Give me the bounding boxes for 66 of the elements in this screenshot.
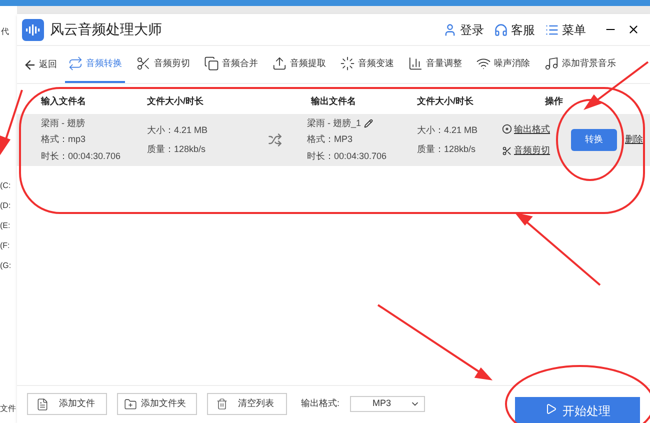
arrows-icon	[68, 56, 83, 71]
dotted-circle-icon	[340, 56, 355, 71]
pencil-icon[interactable]	[364, 119, 374, 128]
tool-tab[interactable]: 音频提取	[269, 46, 329, 83]
arrow-left-icon	[23, 58, 37, 72]
file-name: 梁雨 - 翅膀	[41, 116, 86, 130]
tool-tab[interactable]: 音频变速	[337, 46, 397, 83]
close-icon[interactable]	[627, 23, 640, 36]
background-text: 代	[1, 26, 9, 38]
shuffle-icon	[268, 133, 282, 147]
drive-label: (D:	[0, 200, 11, 212]
column-header: 文件大小/时长	[417, 95, 475, 108]
file-name: 梁雨 - 翅膀_1	[307, 116, 362, 130]
file-size: 大小：4.21 MB	[417, 124, 479, 137]
add-folder-button[interactable]: 添加文件夹	[117, 393, 197, 415]
drive-label: (G:	[0, 260, 12, 272]
tool-tab[interactable]: 音量调整	[405, 46, 465, 83]
file-quality: 质量：128kb/s	[147, 142, 207, 156]
scissors-icon	[502, 146, 512, 156]
menu-icon	[545, 22, 559, 36]
squares-icon	[204, 56, 219, 71]
play-icon	[544, 403, 556, 415]
file-duration: 时长：00:04:30.706	[41, 150, 122, 163]
folder-icon	[124, 398, 137, 410]
back-button[interactable]: 返回	[23, 46, 57, 83]
upload-icon	[272, 56, 287, 71]
logo-icon	[22, 18, 44, 40]
tool-tab[interactable]: 添加背景音乐	[541, 46, 619, 83]
menu-button[interactable]: 菜单	[545, 20, 586, 38]
user-button[interactable]: 登录	[443, 20, 484, 38]
tool-tab[interactable]: 音频剪切	[133, 46, 193, 83]
tool-tab[interactable]: 音频转换	[65, 46, 125, 83]
tool-tab[interactable]: 音频合并	[201, 46, 261, 83]
file-quality: 质量：128kb/s	[417, 142, 477, 156]
drive-label: (C:	[0, 180, 11, 192]
format-label: 输出格式:	[301, 397, 340, 410]
delete-link[interactable]: 删除	[625, 133, 643, 147]
background-text: 文件	[0, 403, 16, 415]
file-duration: 时长：00:04:30.706	[307, 150, 388, 163]
column-header: 输出文件名	[310, 95, 357, 108]
disc-icon	[502, 124, 512, 134]
support-button[interactable]: 客服	[494, 20, 535, 38]
clear-list-button[interactable]: 清空列表	[207, 393, 287, 415]
trash-icon	[216, 398, 228, 410]
convert-button[interactable]: 转换	[571, 129, 617, 151]
format-dropdown[interactable]: MP3	[350, 396, 425, 412]
file-size: 大小：4.21 MB	[147, 124, 209, 137]
headset-icon	[494, 22, 508, 36]
action-link[interactable]: 输出格式	[514, 122, 550, 136]
tool-tab[interactable]: 噪声消除	[473, 46, 533, 83]
bars-icon	[408, 56, 423, 71]
file-format: 格式：mp3	[41, 133, 87, 146]
drive-label: (F:	[0, 240, 10, 252]
scissors-icon	[136, 56, 151, 71]
music-note-icon	[544, 56, 559, 71]
drive-label: (E:	[0, 220, 10, 232]
column-header: 输入文件名	[40, 95, 87, 108]
user-icon	[443, 22, 457, 36]
file-format: 格式：MP3	[307, 133, 354, 146]
start-button[interactable]: 开始处理	[515, 397, 640, 423]
column-header: 文件大小/时长	[147, 95, 205, 108]
action-link[interactable]: 音频剪切	[514, 144, 550, 158]
file-icon	[36, 398, 49, 410]
add-file-button[interactable]: 添加文件	[27, 393, 107, 415]
window-title: 风云音频处理大师	[50, 20, 162, 39]
column-header: 操作	[544, 95, 564, 108]
